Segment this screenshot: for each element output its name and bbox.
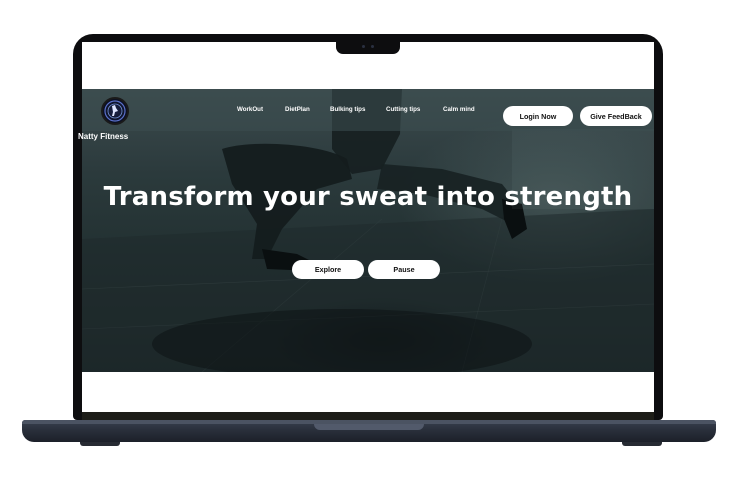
nav-link-cutting-tips[interactable]: Cutting tips <box>386 106 420 113</box>
nav-link-workout[interactable]: WorkOut <box>237 106 263 113</box>
nav-link-bulking-tips[interactable]: Bulking tips <box>330 106 365 113</box>
laptop-foot-right <box>622 442 662 446</box>
nav-link-dietplan[interactable]: DietPlan <box>285 106 310 113</box>
sensor-icon <box>371 45 374 48</box>
nav-link-calm-mind[interactable]: Calm mind <box>443 106 475 113</box>
camera-notch <box>336 40 400 54</box>
brand-name[interactable]: Natty Fitness <box>78 132 128 141</box>
hero-background-image <box>82 89 654 372</box>
laptop-hinge-notch <box>314 424 424 430</box>
laptop-foot-left <box>80 442 120 446</box>
laptop-mockup: Natty Fitness WorkOut DietPlan Bulking t… <box>0 0 742 502</box>
login-button[interactable]: Login Now <box>503 106 573 126</box>
hero-section <box>82 89 654 372</box>
fitness-logo-icon[interactable] <box>101 97 129 125</box>
give-feedback-button[interactable]: Give FeedBack <box>580 106 652 126</box>
pause-button[interactable]: Pause <box>368 260 440 279</box>
logo-emblem-icon <box>104 100 126 122</box>
hero-headline: Transform your sweat into strength <box>103 182 633 212</box>
explore-button[interactable]: Explore <box>292 260 364 279</box>
screen-bottom-bezel <box>82 412 654 420</box>
camera-icon <box>362 45 365 48</box>
laptop-screen <box>82 42 654 412</box>
